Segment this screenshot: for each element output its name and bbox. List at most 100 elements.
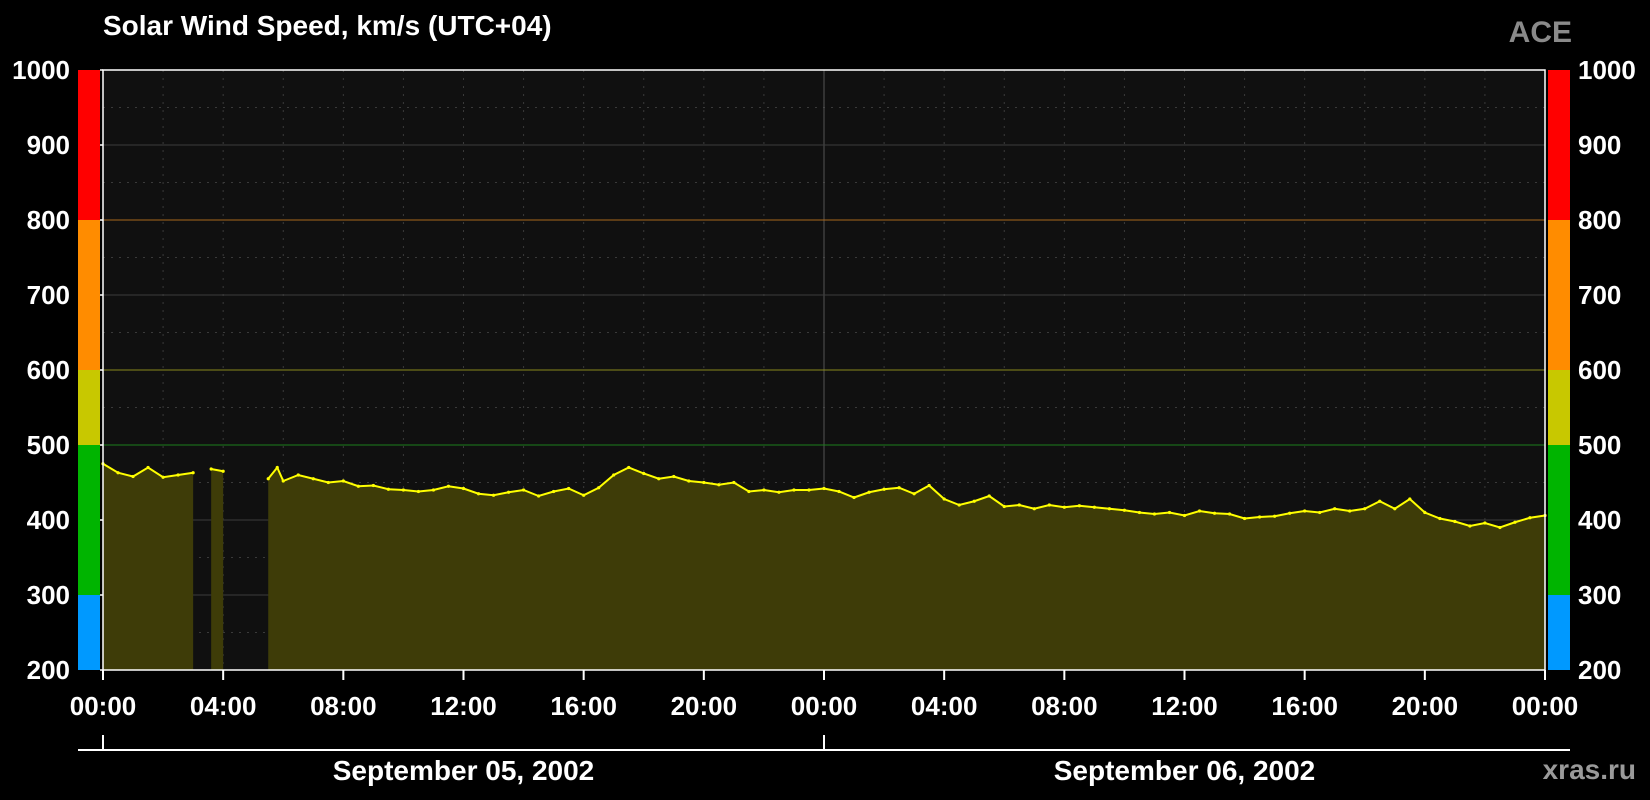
data-point	[972, 499, 976, 503]
left-band-3	[78, 220, 100, 370]
data-point	[837, 489, 841, 494]
data-point	[281, 479, 285, 483]
data-point	[747, 489, 751, 494]
data-point	[131, 474, 135, 479]
data-point	[732, 480, 736, 485]
data-point	[1483, 521, 1487, 525]
y-tick-label-left: 700	[27, 280, 70, 310]
data-point	[341, 479, 345, 483]
data-point	[1528, 516, 1532, 520]
y-tick-label-left: 1000	[12, 55, 70, 85]
data-point	[957, 503, 961, 507]
data-point	[852, 495, 856, 500]
data-point	[597, 486, 601, 490]
data-point	[1318, 510, 1322, 515]
data-point	[1017, 503, 1021, 507]
data-point	[221, 469, 225, 473]
data-point	[717, 483, 721, 487]
data-point	[1197, 509, 1202, 513]
data-point	[987, 494, 991, 498]
data-point	[897, 486, 901, 490]
data-point	[672, 474, 676, 479]
data-point	[431, 488, 436, 492]
data-point	[1408, 497, 1412, 501]
data-point	[1032, 507, 1036, 511]
data-point	[1182, 513, 1187, 518]
data-point	[371, 483, 375, 488]
data-point	[777, 490, 781, 494]
data-point	[1363, 507, 1367, 511]
data-point	[627, 465, 631, 470]
data-point	[1513, 520, 1517, 524]
data-point	[552, 489, 556, 494]
data-point	[1468, 524, 1472, 528]
data-point	[356, 484, 360, 488]
data-point	[266, 477, 270, 481]
data-point	[822, 486, 826, 491]
y-tick-label-right: 900	[1578, 130, 1621, 160]
data-point	[416, 489, 421, 494]
data-area-1	[211, 469, 224, 670]
data-point	[506, 490, 511, 494]
data-point	[1288, 511, 1292, 515]
data-point	[612, 473, 616, 477]
y-tick-label-left: 200	[27, 655, 70, 685]
data-point	[446, 484, 451, 488]
right-band-4	[1548, 70, 1570, 220]
data-point	[1348, 509, 1352, 513]
x-tick-label: 16:00	[550, 691, 617, 721]
data-point	[209, 467, 213, 471]
data-point	[1423, 510, 1427, 515]
y-tick-label-right: 400	[1578, 505, 1621, 535]
y-tick-label-right: 1000	[1578, 55, 1636, 85]
data-point	[311, 477, 315, 481]
x-tick-label: 08:00	[1031, 691, 1098, 721]
data-point	[476, 492, 481, 496]
data-point	[807, 488, 811, 492]
data-point	[1242, 516, 1247, 521]
data-point	[1137, 510, 1142, 515]
data-point	[1062, 505, 1066, 509]
left-band-0	[78, 595, 100, 670]
data-point	[582, 493, 586, 497]
data-point	[1002, 504, 1006, 509]
data-point	[792, 488, 796, 492]
right-band-1	[1548, 445, 1570, 595]
data-point	[912, 492, 916, 496]
data-point	[1092, 505, 1096, 509]
y-tick-label-right: 300	[1578, 580, 1621, 610]
data-point	[942, 497, 946, 501]
x-tick-label: 12:00	[1151, 691, 1218, 721]
data-point	[401, 488, 406, 492]
x-tick-label: 20:00	[671, 691, 738, 721]
y-tick-label-left: 400	[27, 505, 70, 535]
data-point	[1438, 516, 1442, 521]
data-point	[882, 487, 886, 491]
data-point	[1378, 499, 1382, 503]
y-tick-label-left: 800	[27, 205, 70, 235]
data-point	[642, 471, 646, 476]
data-point	[1212, 511, 1217, 515]
data-point	[176, 473, 180, 477]
data-point	[1498, 525, 1502, 530]
x-tick-label: 20:00	[1392, 691, 1459, 721]
right-band-3	[1548, 220, 1570, 370]
data-point	[521, 488, 526, 492]
data-point	[1107, 507, 1111, 511]
x-tick-label: 00:00	[791, 691, 858, 721]
date-label-1: September 06, 2002	[1054, 755, 1316, 786]
data-point	[1273, 514, 1277, 518]
data-point	[867, 490, 871, 494]
data-point	[1333, 507, 1337, 511]
data-point	[762, 488, 766, 492]
data-point	[1393, 507, 1397, 511]
left-band-2	[78, 370, 100, 445]
data-point	[1453, 519, 1457, 524]
y-tick-label-left: 500	[27, 430, 70, 460]
y-tick-label-left: 600	[27, 355, 70, 385]
data-point	[1303, 509, 1307, 513]
data-point	[386, 487, 390, 491]
y-tick-label-left: 300	[27, 580, 70, 610]
x-tick-label: 00:00	[70, 691, 137, 721]
data-point	[1077, 504, 1081, 508]
